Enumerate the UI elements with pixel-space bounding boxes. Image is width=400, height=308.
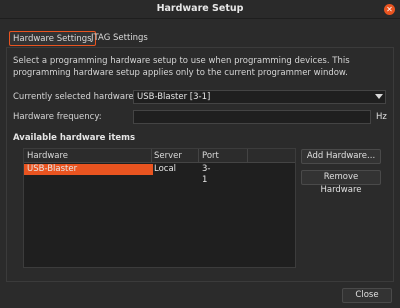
cell-port: 3-1	[202, 164, 211, 185]
cell-hardware: USB-Blaster	[27, 164, 78, 174]
column-separator	[151, 149, 152, 163]
description-text: Select a programming hardware setup to u…	[13, 56, 350, 78]
column-header-port[interactable]: Port	[202, 151, 219, 161]
frequency-label: Hardware frequency:	[13, 112, 102, 122]
chevron-down-icon[interactable]	[375, 94, 383, 99]
column-separator	[247, 149, 248, 163]
title-bar: Hardware Setup ✕	[0, 0, 400, 19]
window-title: Hardware Setup	[156, 3, 244, 14]
hardware-setup-window: Hardware Setup ✕ Hardware Settings JTAG …	[0, 0, 400, 308]
table-row[interactable]: USB-Blaster Local 3-1	[24, 164, 210, 185]
close-icon[interactable]: ✕	[384, 4, 395, 15]
remove-hardware-button[interactable]: Remove Hardware	[301, 170, 381, 195]
current-hardware-label: Currently selected hardware:	[13, 92, 137, 102]
tab-hardware-settings[interactable]: Hardware Settings	[9, 31, 96, 46]
hardware-table[interactable]: Hardware Server Port USB-Blaster Local 3…	[23, 148, 296, 268]
tab-jtag-settings[interactable]: JTAG Settings	[88, 31, 151, 46]
cell-server: Local	[154, 164, 177, 174]
available-hardware-title: Available hardware items	[13, 133, 136, 143]
frequency-input[interactable]	[133, 110, 371, 124]
current-hardware-select[interactable]: USB-Blaster [3-1]	[133, 90, 386, 104]
close-button[interactable]: Close	[342, 288, 392, 303]
column-header-server[interactable]: Server	[154, 151, 182, 161]
frequency-unit: Hz	[376, 112, 387, 122]
table-header: Hardware Server Port	[24, 149, 295, 163]
add-hardware-button[interactable]: Add Hardware...	[301, 149, 381, 164]
column-header-hardware[interactable]: Hardware	[27, 151, 68, 161]
column-separator	[198, 149, 199, 163]
current-hardware-value: USB-Blaster [3-1]	[137, 92, 211, 102]
